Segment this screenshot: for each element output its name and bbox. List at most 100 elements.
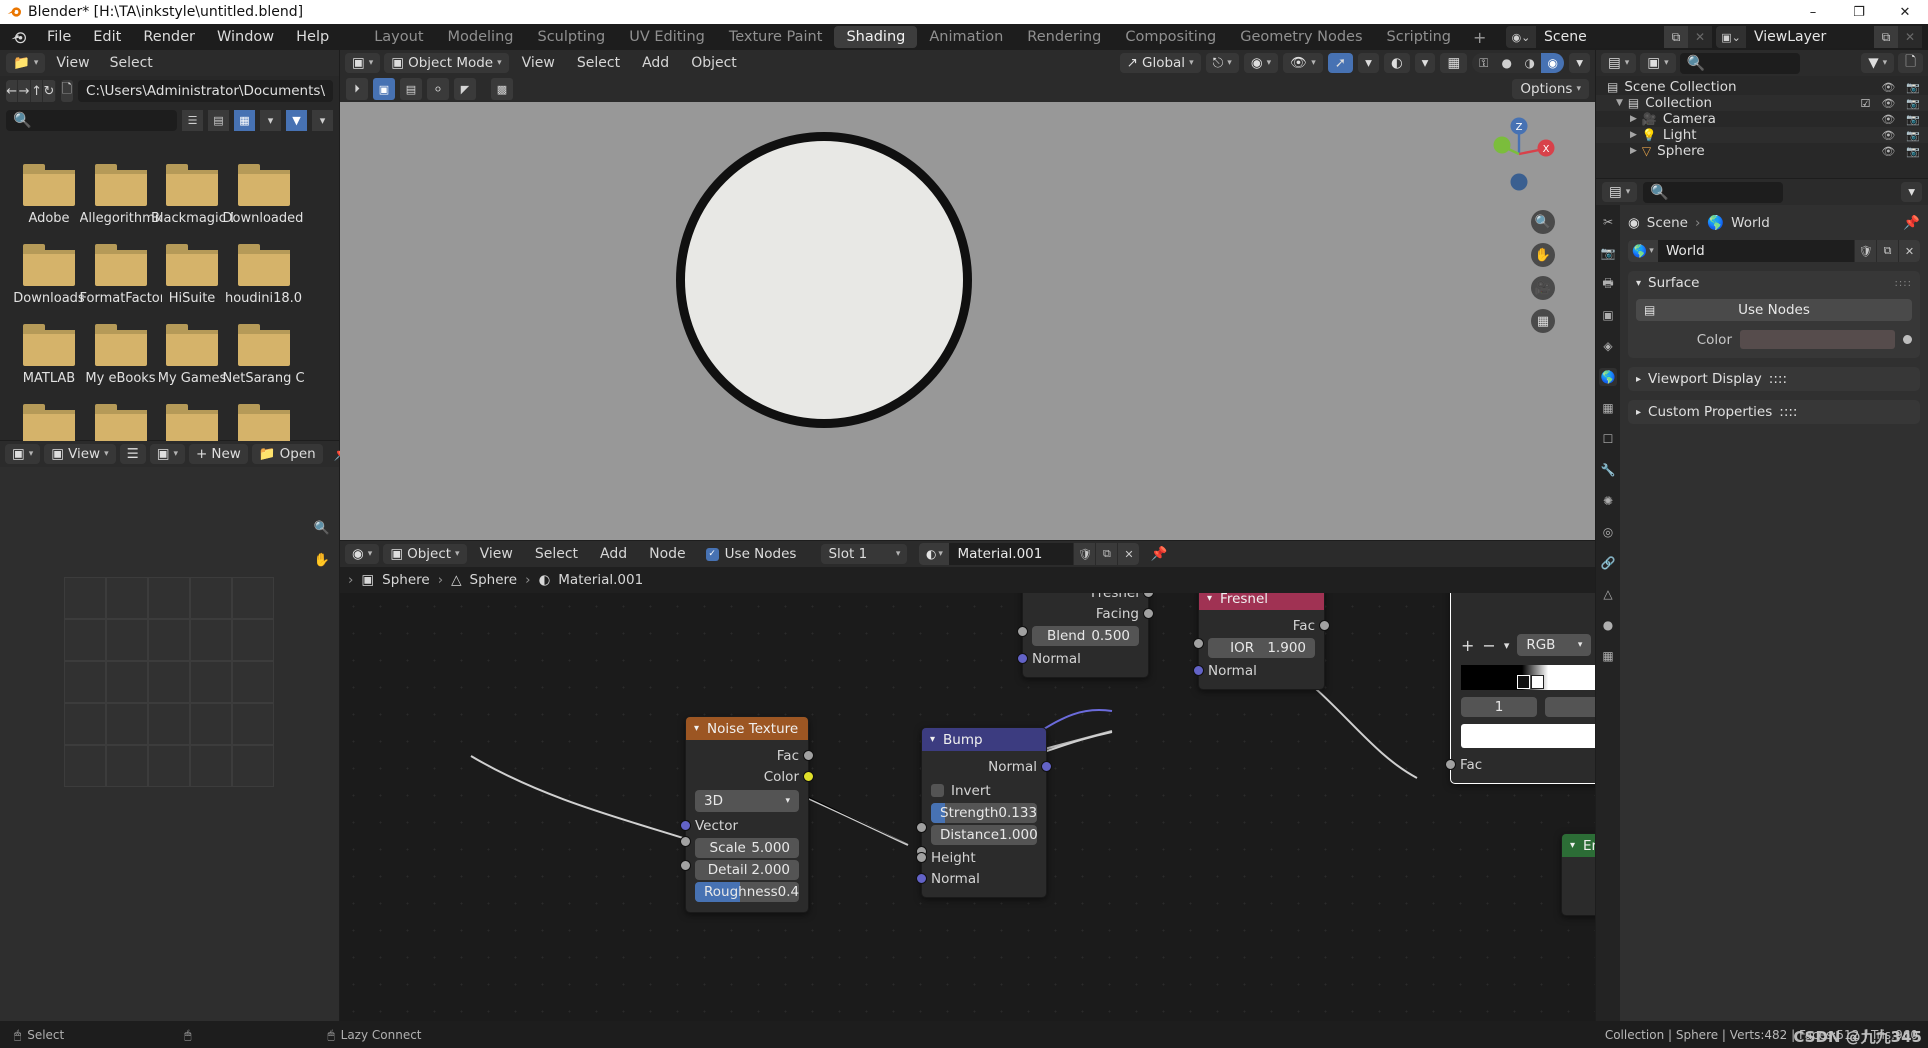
zoom-icon[interactable]: 🔍 [1531, 210, 1555, 234]
shader-menu-node[interactable]: Node [640, 541, 695, 567]
row-invert-checkbox[interactable]: Invert [922, 780, 1046, 801]
gizmo-chevron-icon[interactable]: ▾ [1358, 53, 1379, 73]
properties-tab-constraints[interactable]: 🔗 [1599, 554, 1617, 572]
socket-normal-input[interactable] [1193, 665, 1204, 676]
socket-fac-output[interactable] [1319, 620, 1330, 631]
select-extend-icon[interactable]: ▩ [491, 78, 513, 100]
close-icon[interactable]: ✕ [1898, 240, 1920, 262]
color-link-icon[interactable] [1903, 335, 1912, 344]
viewport-display-panel[interactable]: ▸ Viewport Display :::: [1628, 367, 1920, 391]
node-header-fresnel[interactable]: ▾ Fresnel [1199, 593, 1324, 610]
properties-tab-collection[interactable]: ▦ [1599, 399, 1617, 417]
file-browser-menu-select[interactable]: Select [101, 50, 162, 76]
world-icon[interactable]: 🌎 ▾ [1628, 240, 1658, 262]
viewport-menu-object[interactable]: Object [682, 50, 746, 76]
color-mode-dropdown[interactable]: RGB ▾ [1517, 634, 1592, 656]
checkbox-icon[interactable]: ☑ [1860, 97, 1870, 110]
select-box-icon[interactable]: ▣ [373, 78, 395, 100]
xray-icon[interactable]: ▦ [1440, 53, 1468, 73]
colorramp-gradient-bar[interactable] [1461, 665, 1595, 690]
socket-height-input[interactable] [916, 852, 927, 863]
pin-icon[interactable]: 📌 [1143, 544, 1174, 564]
outliner-row-camera[interactable]: ▶ 🎥 Camera 👁 📷 [1596, 111, 1928, 127]
overlays-chevron-icon[interactable]: ▾ [1414, 53, 1436, 73]
proportional-edit-icon[interactable]: ◉ ▾ [1243, 53, 1279, 73]
display-list-icon[interactable]: ☰ [182, 109, 203, 131]
chevron-down-icon[interactable]: ▾ [930, 734, 935, 745]
field-distance[interactable]: Distance 1.000 [931, 825, 1037, 845]
socket-normal-output[interactable] [1041, 761, 1052, 772]
properties-tab-scene[interactable]: ◈ [1599, 337, 1617, 355]
new-scene-button[interactable]: ⧉ [1664, 26, 1688, 48]
viewport-editor-type-icon[interactable]: ▣ ▾ [345, 53, 381, 73]
file-item[interactable]: MATLAB [8, 324, 90, 386]
add-stop-icon[interactable]: + [1461, 636, 1474, 655]
field-blend[interactable]: Blend 0.500 [1032, 626, 1139, 646]
scene-name[interactable]: Scene [1536, 26, 1664, 48]
image-editor-canvas[interactable]: 🔍 ✋ [0, 467, 339, 1021]
file-item[interactable]: Allegorithmic [80, 164, 162, 226]
shader-editor-type-icon[interactable]: ◉ ▾ [345, 544, 380, 564]
breadcrumb-object-label[interactable]: Sphere [382, 572, 430, 588]
pin-icon[interactable]: 📌 [1903, 215, 1920, 231]
colorramp-color-swatch[interactable] [1461, 724, 1595, 748]
nav-forward-icon[interactable]: → [18, 80, 31, 102]
image-open-button[interactable]: 📁 Open [251, 444, 323, 464]
properties-tab-render[interactable]: 📷 [1599, 244, 1617, 262]
properties-tab-material[interactable]: ● [1599, 616, 1617, 634]
properties-tab-world[interactable]: 🌎 [1599, 368, 1617, 386]
display-thumbnail-icon[interactable]: ▦ [234, 109, 255, 131]
close-icon[interactable]: ✕ [1117, 543, 1140, 565]
expand-arrow-icon[interactable]: ▶ [1630, 146, 1637, 156]
shader-node-canvas[interactable]: ▾ Layer Weight Fresnel Facing Blend 0.50… [340, 593, 1595, 1021]
file-item[interactable]: HiSuite [151, 244, 233, 306]
socket-facing-output[interactable] [1143, 608, 1154, 619]
pan-icon[interactable]: ✋ [311, 549, 333, 571]
add-workspace-button[interactable]: + [1463, 28, 1496, 47]
socket-blend-input[interactable] [1017, 626, 1028, 637]
colorramp-menu-icon[interactable]: ▾ [1504, 639, 1510, 652]
file-item[interactable]: Adobe [8, 164, 90, 226]
properties-search-input[interactable]: 🔍 [1643, 181, 1784, 203]
properties-tab-output[interactable]: 🖶 [1599, 275, 1617, 293]
file-item[interactable]: My eBooks [80, 324, 162, 386]
properties-tab-physics[interactable]: ◎ [1599, 523, 1617, 541]
field-ior[interactable]: IOR 1.900 [1208, 638, 1315, 658]
outliner-row-light[interactable]: ▶ 💡 Light 👁 📷 [1596, 127, 1928, 143]
tab-sculpting[interactable]: Sculpting [525, 26, 617, 48]
nav-up-icon[interactable]: ↑ [30, 80, 44, 102]
node-fresnel[interactable]: ▾ Fresnel Fac IOR 1.900 Normal [1193, 593, 1330, 690]
viewport-menu-add[interactable]: Add [633, 50, 678, 76]
socket-color-output[interactable] [803, 771, 814, 782]
node-noise-texture[interactable]: ▾ Noise Texture Fac Color 3D ▾ Vector Sc… [680, 716, 814, 913]
shader-menu-select[interactable]: Select [526, 541, 587, 567]
file-item[interactable]: Downloaded I... [223, 164, 305, 226]
visibility-icon[interactable]: 👁 ▾ [1283, 53, 1323, 73]
socket-normal-input[interactable] [1017, 653, 1028, 664]
file-search-input[interactable]: 🔍 [6, 109, 177, 131]
camera-render-icon[interactable]: 📷 [1906, 145, 1920, 158]
properties-tab-texture[interactable]: ▦ [1599, 647, 1617, 665]
expand-arrow-icon[interactable]: ▶ [1630, 114, 1637, 124]
new-collection-icon[interactable]: 🗋 [1898, 53, 1923, 73]
custom-properties-panel[interactable]: ▸ Custom Properties :::: [1628, 400, 1920, 424]
socket-vector-input[interactable] [680, 820, 691, 831]
overlays-icon[interactable]: ◐ [1383, 53, 1410, 73]
drag-handle-icon[interactable]: :::: [1779, 404, 1797, 420]
color-swatch[interactable] [1740, 330, 1895, 349]
shading-material-preview-icon[interactable]: ◑ [1518, 53, 1541, 73]
socket-fac-input[interactable] [1445, 759, 1456, 770]
viewport-canvas[interactable]: Z X 🔍 ✋ 🎥 ▦ [340, 102, 1595, 540]
drag-handle-icon[interactable]: :::: [1895, 278, 1912, 289]
menu-file[interactable]: File [36, 24, 82, 50]
sphere-object-render[interactable] [676, 132, 972, 428]
image-editor-hamburger-icon[interactable]: ☰ [119, 444, 146, 464]
tab-modeling[interactable]: Modeling [436, 26, 526, 48]
checkbox-unchecked-icon[interactable] [931, 784, 944, 797]
file-item[interactable]: Blackmagic D [151, 164, 233, 226]
tab-scripting[interactable]: Scripting [1375, 26, 1463, 48]
use-nodes-checkbox[interactable]: ✓ Use Nodes [699, 544, 804, 564]
menu-help[interactable]: Help [285, 24, 340, 50]
ortho-perspective-icon[interactable]: ▦ [1531, 309, 1555, 333]
file-browser-menu-view[interactable]: View [47, 50, 98, 76]
